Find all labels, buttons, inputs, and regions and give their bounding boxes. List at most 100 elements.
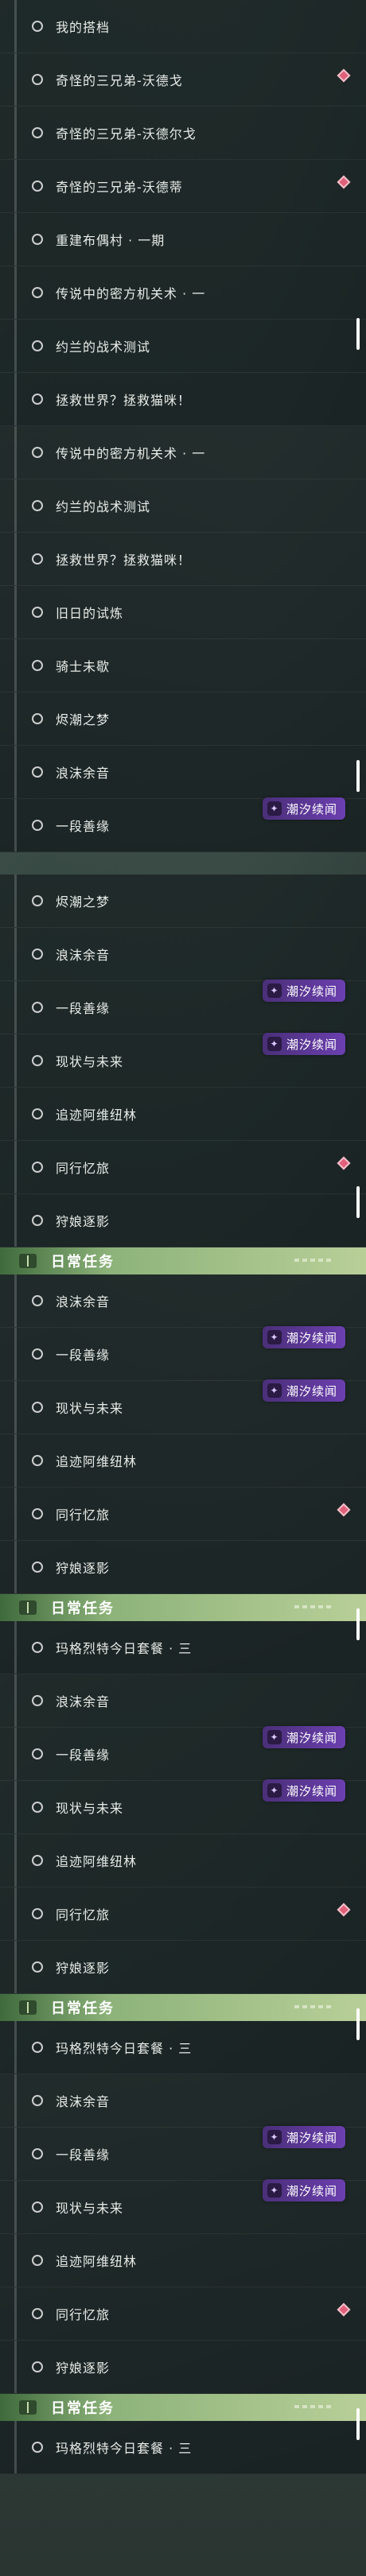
quest-row[interactable]: 奇怪的三兄弟-沃德戈	[0, 53, 366, 107]
row-accent-bar	[14, 533, 17, 585]
quest-title: 同行忆旅	[56, 2307, 111, 2322]
quest-row[interactable]: 玛格烈特今日套餐 · 三	[0, 2421, 366, 2474]
quest-row[interactable]: 浪沫余音	[0, 2074, 366, 2128]
row-accent-bar	[14, 107, 17, 159]
quest-title: 一段善缘	[56, 1748, 111, 1763]
quest-row[interactable]: 现状与未来 ✦ 潮汐续闻	[0, 1033, 366, 1088]
quest-title: 狩娘逐影	[56, 1214, 111, 1229]
scrollbar-thumb[interactable]	[356, 2008, 360, 2040]
row-accent-bar	[14, 2341, 17, 2393]
quest-row[interactable]: 拯救世界？拯救猫咪！	[0, 533, 366, 586]
quest-row[interactable]: 一段善缘 ✦ 潮汐续闻	[0, 2126, 366, 2181]
quest-row[interactable]: 现状与未来 ✦ 潮汐续闻	[0, 1379, 366, 1434]
scrollbar-thumb[interactable]	[356, 1608, 360, 1640]
quest-title: 烬潮之梦	[56, 894, 111, 910]
event-icon: ✦	[267, 1383, 282, 1398]
row-accent-bar	[14, 746, 17, 798]
quest-row[interactable]: 追迹阿维纽林	[0, 1834, 366, 1887]
daily-task-header[interactable]: 日常任务	[0, 1994, 366, 2021]
quest-row[interactable]: 同行忆旅	[0, 1887, 366, 1941]
status-circle-icon	[32, 895, 43, 906]
row-accent-bar	[14, 479, 17, 532]
quest-title: 奇怪的三兄弟-沃德戈	[56, 73, 183, 88]
scrollbar-thumb[interactable]	[356, 1186, 360, 1218]
quest-title: 骑士未歇	[56, 659, 111, 674]
quest-row[interactable]: 烬潮之梦	[0, 875, 366, 928]
row-accent-bar	[14, 799, 17, 852]
event-badge-label: 潮汐续闻	[286, 1783, 337, 1798]
quest-row[interactable]: 玛格烈特今日套餐 · 三	[0, 2021, 366, 2074]
header-decoration	[294, 2405, 334, 2408]
quest-row[interactable]: 浪沫余音	[0, 1674, 366, 1728]
quest-title: 一段善缘	[56, 819, 111, 834]
quest-section: 浪沫余音一段善缘 ✦ 潮汐续闻 现状与未来 ✦ 潮汐续闻 追迹阿维纽林同行忆旅狩娘逐影 日常任…	[0, 2074, 366, 2474]
event-icon: ✦	[267, 983, 282, 998]
status-circle-icon	[32, 1508, 43, 1519]
quest-row[interactable]: 玛格烈特今日套餐 · 三	[0, 1621, 366, 1674]
quest-row[interactable]: 旧日的试炼	[0, 586, 366, 639]
status-circle-icon	[32, 2042, 43, 2053]
quest-row[interactable]: 同行忆旅	[0, 1488, 366, 1541]
quest-row[interactable]: 一段善缘 ✦ 潮汐续闻	[0, 797, 366, 852]
quest-row[interactable]: 追迹阿维纽林	[0, 2234, 366, 2287]
quest-row[interactable]: 传说中的密方机关术 · 一	[0, 426, 366, 479]
row-accent-bar	[14, 1621, 17, 1674]
status-circle-icon	[32, 2308, 43, 2319]
quest-row[interactable]: 骑士未歇	[0, 639, 366, 692]
daily-task-header[interactable]: 日常任务	[0, 1594, 366, 1621]
quest-row[interactable]: 浪沫余音	[0, 1274, 366, 1328]
row-accent-bar	[14, 2234, 17, 2287]
row-accent-bar	[14, 1034, 17, 1087]
quest-row[interactable]: 狩娘逐影	[0, 1541, 366, 1594]
quest-row[interactable]: 传说中的密方机关术 · 一	[0, 266, 366, 320]
quest-title: 浪沫余音	[56, 2094, 111, 2109]
status-circle-icon	[32, 2202, 43, 2213]
scrollbar-thumb[interactable]	[356, 318, 360, 350]
quest-row[interactable]: 一段善缘 ✦ 潮汐续闻	[0, 1726, 366, 1781]
row-accent-bar	[14, 2074, 17, 2127]
scrollbar-thumb[interactable]	[356, 760, 360, 792]
quest-row[interactable]: 追迹阿维纽林	[0, 1088, 366, 1141]
quest-row[interactable]: 现状与未来 ✦ 潮汐续闻	[0, 2179, 366, 2234]
quest-title: 玛格烈特今日套餐 · 三	[56, 2041, 193, 2056]
event-badge-label: 潮汐续闻	[286, 1383, 337, 1399]
quest-title: 奇怪的三兄弟-沃德蒂	[56, 180, 183, 195]
quest-row[interactable]: 约兰的战术测试	[0, 479, 366, 533]
status-circle-icon	[32, 820, 43, 831]
quest-row[interactable]: 现状与未来 ✦ 潮汐续闻	[0, 1779, 366, 1834]
row-accent-bar	[14, 1728, 17, 1780]
quest-row[interactable]: 重建布偶村 · 一期	[0, 213, 366, 266]
quest-row[interactable]: 浪沫余音	[0, 928, 366, 981]
quest-list: 我的搭档奇怪的三兄弟-沃德戈 奇怪的三兄弟-沃德尔戈 奇怪的三兄弟-沃德蒂重建布偶村…	[0, 0, 366, 2474]
quest-row[interactable]: 一段善缘 ✦ 潮汐续闻	[0, 1326, 366, 1381]
quest-row[interactable]: 浪沫余音	[0, 746, 366, 799]
quest-row[interactable]: 拯救世界？拯救猫咪！	[0, 373, 366, 426]
quest-title: 现状与未来	[56, 2201, 124, 2216]
quest-title: 现状与未来	[56, 1801, 124, 1816]
quest-title: 追迹阿维纽林	[56, 1108, 138, 1123]
quest-row[interactable]: 狩娘逐影	[0, 2341, 366, 2394]
quest-row[interactable]: 我的搭档	[0, 0, 366, 53]
quest-row[interactable]: 奇怪的三兄弟-沃德尔戈	[0, 107, 366, 160]
quest-row[interactable]: 同行忆旅	[0, 2287, 366, 2341]
daily-task-header[interactable]: 日常任务	[0, 1247, 366, 1274]
quest-row[interactable]: 狩娘逐影	[0, 1194, 366, 1247]
quest-row[interactable]: 奇怪的三兄弟-沃德蒂	[0, 160, 366, 213]
row-accent-bar	[14, 1674, 17, 1727]
quest-row[interactable]: 狩娘逐影	[0, 1941, 366, 1994]
quest-row[interactable]: 同行忆旅	[0, 1141, 366, 1194]
quest-row[interactable]: 一段善缘 ✦ 潮汐续闻	[0, 980, 366, 1034]
scrollbar-thumb[interactable]	[356, 2408, 360, 2440]
quest-row[interactable]: 追迹阿维纽林	[0, 1434, 366, 1488]
quest-row[interactable]: 约兰的战术测试	[0, 320, 366, 373]
row-accent-bar	[14, 2287, 17, 2340]
event-badge-label: 潮汐续闻	[286, 2130, 337, 2145]
daily-task-header[interactable]: 日常任务	[0, 2394, 366, 2421]
alert-diamond-icon	[337, 1503, 351, 1517]
event-badge: ✦ 潮汐续闻	[262, 1726, 345, 1748]
row-accent-bar	[14, 0, 17, 52]
quest-row[interactable]: 烬潮之梦	[0, 692, 366, 746]
quest-title: 奇怪的三兄弟-沃德尔戈	[56, 126, 197, 142]
status-circle-icon	[32, 1295, 43, 1306]
quest-title: 拯救世界？拯救猫咪！	[56, 393, 192, 408]
